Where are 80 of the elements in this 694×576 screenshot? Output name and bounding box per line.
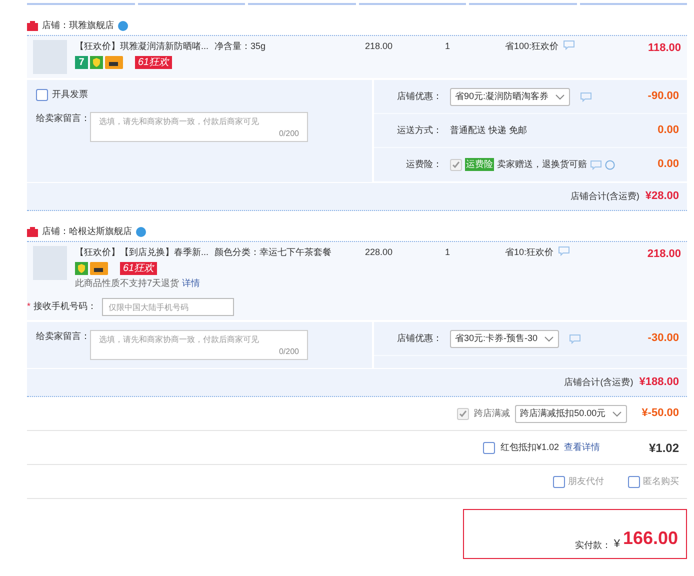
checkbox[interactable] [450,158,462,170]
cross-store-amount: ¥-50.00 [642,406,679,422]
caret-icon [612,410,622,416]
checkbox[interactable] [628,476,640,488]
shield-icon [75,262,88,274]
option-label: 店铺优惠： [396,90,442,103]
option-amount: -90.00 [648,89,679,104]
message-label: 给卖家留言： [36,330,86,343]
store-name[interactable]: 店铺：哈根达斯旗舰店 [42,225,132,239]
checkbox[interactable] [36,88,48,101]
quantity: 1 [445,40,452,53]
shop-icon [27,227,38,237]
store-total-label: 店铺合计(含运费) [564,376,634,389]
coupon-select[interactable]: 省90元:凝润防晒淘客券 [450,88,570,106]
promo-badge: 61狂欢 [120,262,158,274]
return-note: 此商品性质不支持7天退货 [75,276,180,290]
unit-price: 228.00 [365,246,394,259]
option-label: 运费险： [405,158,442,171]
details-link[interactable]: 详情 [182,276,200,290]
help-icon[interactable] [605,160,615,170]
currency-sign: ¥ [614,536,620,552]
shop-icon [27,21,38,31]
checkbox[interactable] [457,408,470,420]
chat-icon[interactable] [580,92,592,102]
unit-price: 218.00 [365,40,394,53]
option-label: 运送方式： [396,124,442,137]
discount-text: 省100:狂欢价 [505,40,559,53]
store-name[interactable]: 店铺：琪雅旗舰店 [42,19,114,33]
store-total: ¥28.00 [645,189,679,204]
contact-icon[interactable] [136,227,146,237]
cross-store-label: 跨店满减 [474,406,510,420]
char-counter: 0/200 [278,128,299,140]
packet-discount-amount: ¥1.02 [648,440,679,456]
product-spec: 净含量：35g [214,40,266,53]
product-spec: 颜色分类：幸运七下午茶套餐 [214,246,332,259]
cross-store-select[interactable]: 跨店满减抵扣50.00元 [515,404,627,422]
caret-icon [554,94,565,100]
chat-icon[interactable] [558,246,570,256]
phone-label: 接收手机号码： [34,300,98,314]
invoice-label: 开具发票 [52,88,88,101]
promo-badge: 61狂欢 [135,56,172,68]
option-label: 匿名购买 [643,474,679,488]
message-label: 给卖家留言： [36,112,86,124]
required-asterisk: * [27,300,31,314]
option-amount: -30.00 [648,331,679,346]
caret-icon [544,336,554,342]
view-details-link[interactable]: 查看详情 [564,440,600,454]
card-icon [105,56,123,68]
message-field[interactable]: 选填，请先和商家协商一致，付款后商家可见 0/200 [90,112,308,142]
option-label: 店铺优惠： [396,332,442,345]
product-title[interactable]: 【狂欢价】【到店兑换】春季新... [75,246,209,260]
chat-icon[interactable] [568,334,581,344]
char-counter: 0/200 [278,346,299,358]
product-title[interactable]: 【狂欢价】琪雅凝润清新防晒啫... [75,40,209,54]
subtotal: 118.00 [648,41,681,56]
quantity: 1 [445,246,452,259]
chat-icon[interactable] [562,40,575,50]
shipping-method: 普通配送 快递 免邮 [450,124,528,137]
store-total: ¥188.00 [639,375,679,390]
insurance-tag: 运费险 [465,158,494,172]
message-field[interactable]: 选填，请先和商家协商一致，付款后商家可见 0/200 [90,330,308,360]
chat-icon[interactable] [590,160,602,170]
checkbox[interactable] [553,476,565,488]
phone-field[interactable]: 仅限中国大陆手机号码 [102,298,234,316]
discount-text: 省10:狂欢价 [505,246,554,259]
option-label: 朋友代付 [568,474,604,488]
seven-day-badge: 7 [75,56,88,68]
insurance-text: 卖家赠送，退换货可赔 [497,158,587,171]
option-amount: 0.00 [658,123,679,138]
checkbox[interactable] [483,442,496,454]
contact-icon[interactable] [118,21,128,31]
card-icon [90,262,108,274]
pay-label: 实付款： [574,538,611,552]
shield-icon [90,56,103,68]
coupon-select[interactable]: 省30元:卡券-预售-30 [450,330,559,348]
option-amount: 0.00 [658,157,679,172]
store-total-label: 店铺合计(含运费) [570,190,640,203]
subtotal: 218.00 [647,247,681,262]
packet-discount-label: 红包抵扣¥1.02 [500,440,559,454]
pay-amount: 166.00 [622,527,678,550]
